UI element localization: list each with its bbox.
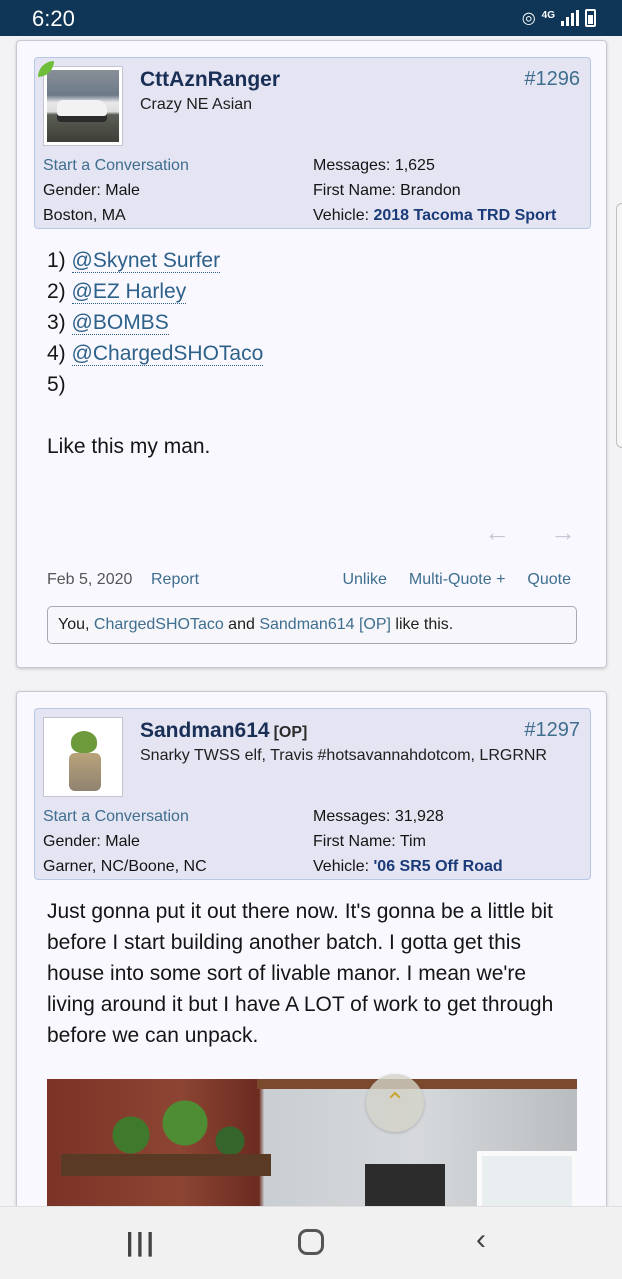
avatar[interactable]	[43, 66, 123, 146]
prev-arrow-icon[interactable]: ←	[484, 517, 510, 548]
wifi-icon: ◎	[521, 10, 536, 27]
post-nav-arrows: ← →	[484, 517, 576, 548]
messages-count: Messages: 1,625	[313, 157, 435, 174]
post-number-link[interactable]: #1297	[524, 719, 580, 742]
edge-panel-handle[interactable]	[616, 203, 622, 448]
next-arrow-icon[interactable]: →	[550, 517, 576, 548]
recent-apps-icon[interactable]: |||	[126, 1227, 157, 1258]
liker-link[interactable]: Sandman614 [OP]	[259, 616, 391, 633]
user-title: Snarky TWSS elf, Travis #hotsavannahdotc…	[140, 747, 547, 764]
home-icon[interactable]	[298, 1229, 324, 1255]
back-icon[interactable]: ‹	[476, 1223, 486, 1257]
messages-count: Messages: 31,928	[313, 808, 444, 825]
vehicle-value: 2018 Tacoma TRD Sport	[373, 207, 557, 224]
report-link[interactable]: Report	[151, 571, 199, 589]
list-item: 4) @ChargedSHOTaco	[47, 342, 264, 366]
liker-link[interactable]: ChargedSHOTaco	[94, 616, 224, 633]
mantel	[61, 1154, 271, 1176]
thread-content[interactable]: CttAznRanger Crazy NE Asian #1296 Start …	[0, 36, 622, 1206]
post-actions: Unlike Multi-Quote + Quote	[342, 571, 571, 589]
vehicle-value: '06 SR5 Off Road	[373, 858, 503, 875]
chevron-up-icon: ⌃	[384, 1087, 406, 1117]
first-name: First Name: Tim	[313, 833, 426, 850]
post-message: Just gonna put it out there now. It's go…	[47, 896, 577, 1051]
scroll-to-top-button[interactable]: ⌃	[366, 1074, 424, 1132]
attached-photo[interactable]	[47, 1079, 577, 1206]
user-title: Crazy NE Asian	[140, 96, 253, 113]
battery-icon	[585, 9, 596, 27]
plants-on-mantel	[77, 1099, 257, 1159]
first-name: First Name: Brandon	[313, 182, 461, 199]
message-text: Just gonna put it out there now. It's go…	[47, 900, 554, 1047]
location: Garner, NC/Boone, NC	[43, 858, 207, 875]
list-item: 1) @Skynet Surfer	[47, 249, 221, 273]
list-item: 5)	[47, 373, 66, 396]
signal-icon	[561, 10, 579, 26]
gender: Gender: Male	[43, 182, 140, 199]
status-time: 6:20	[32, 6, 75, 31]
user-extra-right: Messages: 31,928 First Name: Tim Vehicle…	[313, 804, 503, 879]
vehicle-label: Vehicle:	[313, 858, 374, 875]
window	[477, 1151, 577, 1206]
shelf	[365, 1164, 445, 1206]
user-extra-left: Start a Conversation Gender: Male Boston…	[43, 153, 189, 228]
user-info-block: CttAznRanger Crazy NE Asian #1296 Start …	[34, 57, 591, 229]
mention-link[interactable]: @Skynet Surfer	[71, 249, 221, 273]
status-bar: 6:20 ◎ 4G	[0, 0, 622, 36]
mention-link[interactable]: @EZ Harley	[71, 280, 187, 304]
mention-link[interactable]: @ChargedSHOTaco	[71, 342, 264, 366]
avatar-image	[47, 70, 119, 142]
user-extra-left: Start a Conversation Gender: Male Garner…	[43, 804, 207, 879]
post-message: 1) @Skynet Surfer 2) @EZ Harley 3) @BOMB…	[47, 245, 264, 462]
network-type-label: 4G	[541, 9, 555, 21]
post-number-link[interactable]: #1296	[524, 68, 580, 91]
quote-link[interactable]: Quote	[527, 571, 571, 589]
unlike-link[interactable]: Unlike	[342, 571, 386, 589]
username-line: Sandman614 [OP]	[140, 719, 307, 743]
mention-link[interactable]: @BOMBS	[71, 311, 169, 335]
post-1296: CttAznRanger Crazy NE Asian #1296 Start …	[16, 40, 607, 668]
status-icons: ◎ 4G	[522, 8, 596, 28]
multi-quote-link[interactable]: Multi-Quote +	[409, 571, 505, 589]
message-text: Like this my man.	[47, 435, 211, 458]
avatar-image	[47, 721, 119, 793]
user-info-block: Sandman614 [OP] Snarky TWSS elf, Travis #…	[34, 708, 591, 880]
location: Boston, MA	[43, 207, 126, 224]
user-extra-right: Messages: 1,625 First Name: Brandon Vehi…	[313, 153, 556, 228]
vehicle-label: Vehicle:	[313, 207, 374, 224]
username[interactable]: CttAznRanger	[140, 68, 280, 92]
list-item: 3) @BOMBS	[47, 311, 169, 335]
post-date[interactable]: Feb 5, 2020	[47, 571, 132, 589]
avatar[interactable]	[43, 717, 123, 797]
android-nav-bar: ||| ‹	[0, 1206, 622, 1279]
start-conversation-link[interactable]: Start a Conversation	[43, 157, 189, 174]
gender: Gender: Male	[43, 833, 140, 850]
start-conversation-link[interactable]: Start a Conversation	[43, 808, 189, 825]
post-1297: Sandman614 [OP] Snarky TWSS elf, Travis #…	[16, 691, 607, 1206]
likes-summary: You, ChargedSHOTaco and Sandman614 [OP] …	[47, 606, 577, 644]
username[interactable]: Sandman614	[140, 719, 270, 742]
op-badge: [OP]	[273, 724, 308, 741]
list-item: 2) @EZ Harley	[47, 280, 187, 304]
